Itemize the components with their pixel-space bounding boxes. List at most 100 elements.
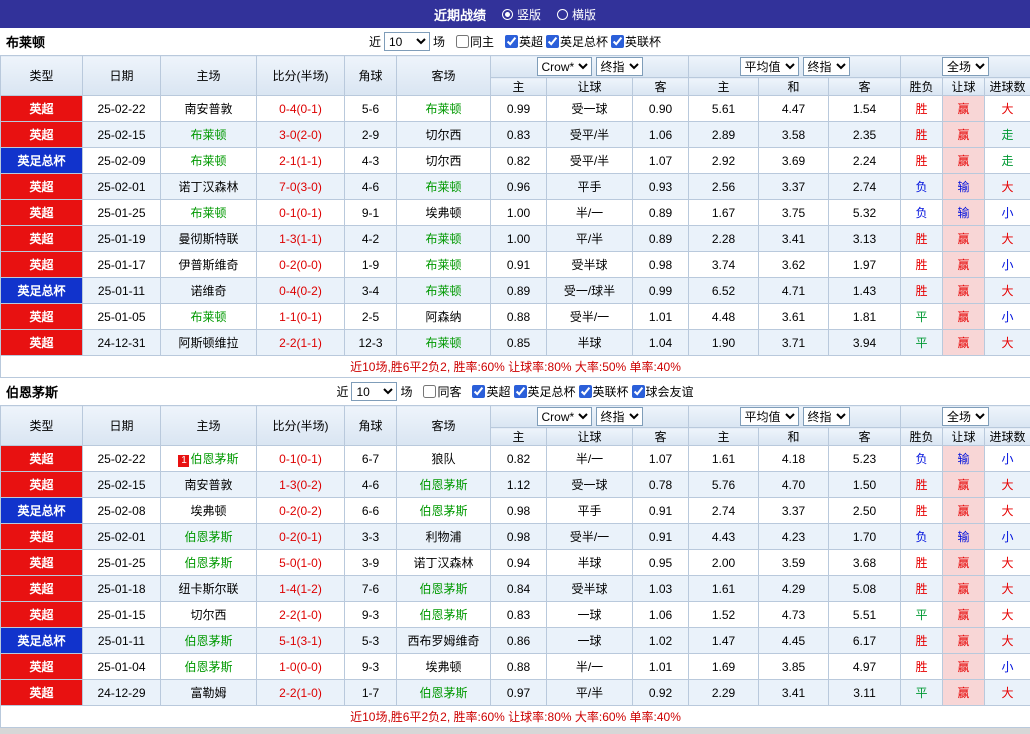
match-date: 24-12-31 xyxy=(83,330,161,356)
filter-bar: 布莱顿 近 10 场 同主 英超 英足总杯 英联杯 xyxy=(0,28,1030,55)
handicap-line: 半/一 xyxy=(547,654,633,680)
away-team: 伯恩茅斯 xyxy=(397,680,491,706)
goals-result: 小 xyxy=(985,524,1030,550)
away-team: 伯恩茅斯 xyxy=(397,602,491,628)
corner-cell: 2-5 xyxy=(345,304,397,330)
home-team: 伯恩茅斯 xyxy=(161,550,257,576)
recent-count-select[interactable]: 10 xyxy=(384,32,430,51)
away-team-name: 布莱顿 xyxy=(425,102,461,116)
match-date: 25-02-15 xyxy=(83,472,161,498)
average-select[interactable]: 平均值 xyxy=(740,57,799,76)
euro-draw-odds: 4.73 xyxy=(759,602,829,628)
euro-home-odds: 5.76 xyxy=(689,472,759,498)
full-match-select[interactable]: 全场 xyxy=(942,57,989,76)
score-cell: 7-0(3-0) xyxy=(257,174,345,200)
col-header-corners: 角球 xyxy=(345,406,397,446)
asia-final-index-select[interactable]: 终指 xyxy=(596,407,643,426)
competition-checkbox-eflcup[interactable] xyxy=(579,385,592,398)
away-team: 阿森纳 xyxy=(397,304,491,330)
asia-home-odds: 0.97 xyxy=(491,680,547,706)
competition-option-eflcup[interactable]: 英联杯 xyxy=(579,383,629,400)
goals-result: 小 xyxy=(985,654,1030,680)
euro-home-odds: 1.61 xyxy=(689,446,759,472)
handicap-line: 受半球 xyxy=(547,576,633,602)
same-venue-option[interactable]: 同主 xyxy=(456,33,494,50)
competition-checkbox-facup[interactable] xyxy=(546,35,559,48)
euro-away-odds: 1.54 xyxy=(829,96,901,122)
table-row: 英足总杯 25-02-08 埃弗顿 0-2(0-2) 6-6 伯恩茅斯 0.98… xyxy=(1,498,1030,524)
euro-home-odds: 1.52 xyxy=(689,602,759,628)
competition-checkbox-epl[interactable] xyxy=(472,385,485,398)
home-team-name: 布莱顿 xyxy=(190,154,226,168)
match-date: 25-01-15 xyxy=(83,602,161,628)
competition-option-eflcup[interactable]: 英联杯 xyxy=(611,33,661,50)
competition-option-epl[interactable]: 英超 xyxy=(505,33,543,50)
score-cell: 0-2(0-0) xyxy=(257,252,345,278)
asia-away-odds: 1.07 xyxy=(633,148,689,174)
goals-result: 大 xyxy=(985,226,1030,252)
handicap-line: 半球 xyxy=(547,550,633,576)
same-venue-checkbox[interactable] xyxy=(423,385,436,398)
full-match-select[interactable]: 全场 xyxy=(942,407,989,426)
euro-final-index-select[interactable]: 终指 xyxy=(803,407,850,426)
score-cell: 2-2(1-0) xyxy=(257,602,345,628)
bookmaker-select[interactable]: Crow* xyxy=(537,57,592,76)
handicap-result: 输 xyxy=(943,446,985,472)
col-header-away: 客场 xyxy=(397,56,491,96)
corner-cell: 12-3 xyxy=(345,330,397,356)
win-loss-result: 平 xyxy=(901,304,943,330)
win-loss-result: 胜 xyxy=(901,226,943,252)
match-date: 25-01-11 xyxy=(83,628,161,654)
home-team: 南安普敦 xyxy=(161,96,257,122)
euro-draw-odds: 4.47 xyxy=(759,96,829,122)
competition-option-facup[interactable]: 英足总杯 xyxy=(546,33,608,50)
handicap-line: 受一球 xyxy=(547,96,633,122)
same-venue-checkbox[interactable] xyxy=(456,35,469,48)
competition-option-facup[interactable]: 英足总杯 xyxy=(514,383,576,400)
euro-draw-odds: 3.41 xyxy=(759,680,829,706)
asia-home-odds: 1.12 xyxy=(491,472,547,498)
layout-radio-vertical[interactable]: 竖版 xyxy=(502,6,541,23)
competition-checkbox-friendly[interactable] xyxy=(632,385,645,398)
euro-draw-odds: 3.62 xyxy=(759,252,829,278)
asia-away-odds: 0.95 xyxy=(633,550,689,576)
average-select[interactable]: 平均值 xyxy=(740,407,799,426)
away-team: 诺丁汉森林 xyxy=(397,550,491,576)
near-label: 近 xyxy=(369,33,381,50)
corner-cell: 4-6 xyxy=(345,174,397,200)
competition-checkbox-eflcup[interactable] xyxy=(611,35,624,48)
asia-away-odds: 1.02 xyxy=(633,628,689,654)
bookmaker-select[interactable]: Crow* xyxy=(537,407,592,426)
competition-checkbox-epl[interactable] xyxy=(505,35,518,48)
table-row: 英超 25-02-22 1伯恩茅斯 0-1(0-1) 6-7 狼队 0.82 半… xyxy=(1,446,1030,472)
competition-checkbox-facup[interactable] xyxy=(514,385,527,398)
handicap-result: 输 xyxy=(943,174,985,200)
match-date: 25-02-22 xyxy=(83,96,161,122)
euro-away-odds: 1.50 xyxy=(829,472,901,498)
euro-final-index-select[interactable]: 终指 xyxy=(803,57,850,76)
asia-final-index-select[interactable]: 终指 xyxy=(596,57,643,76)
score-cell: 1-0(0-0) xyxy=(257,654,345,680)
table-row: 英超 25-02-01 诺丁汉森林 7-0(3-0) 4-6 布莱顿 0.96 … xyxy=(1,174,1030,200)
score-cell: 2-1(1-1) xyxy=(257,148,345,174)
competition-label: 英超 xyxy=(519,33,543,50)
same-venue-option[interactable]: 同客 xyxy=(423,383,461,400)
goals-result: 大 xyxy=(985,330,1030,356)
competition-option-friendly[interactable]: 球会友谊 xyxy=(632,383,694,400)
goals-result: 走 xyxy=(985,148,1030,174)
competition-label: 英足总杯 xyxy=(560,33,608,50)
home-team-name: 伊普斯维奇 xyxy=(178,258,238,272)
recent-count-select[interactable]: 10 xyxy=(351,382,397,401)
layout-radio-horizontal[interactable]: 横版 xyxy=(557,6,596,23)
competition-option-epl[interactable]: 英超 xyxy=(472,383,510,400)
home-team-name: 伯恩茅斯 xyxy=(190,452,238,466)
corner-cell: 3-3 xyxy=(345,524,397,550)
home-team-name: 伯恩茅斯 xyxy=(184,634,232,648)
col-header-euro-home: 主 xyxy=(689,428,759,446)
euro-draw-odds: 4.29 xyxy=(759,576,829,602)
euro-away-odds: 3.94 xyxy=(829,330,901,356)
col-header-home: 主场 xyxy=(161,56,257,96)
away-team: 布莱顿 xyxy=(397,278,491,304)
euro-draw-odds: 3.69 xyxy=(759,148,829,174)
away-team: 西布罗姆维奇 xyxy=(397,628,491,654)
